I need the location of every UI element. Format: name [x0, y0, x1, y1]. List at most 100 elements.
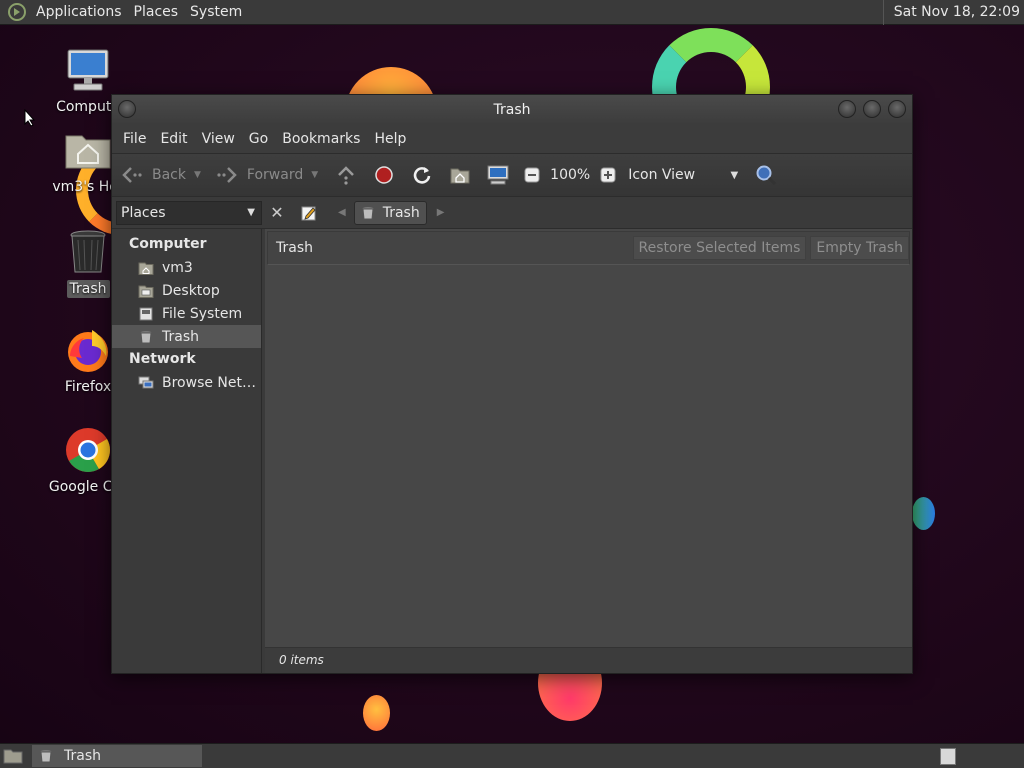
empty-trash-button[interactable]: Empty Trash — [810, 236, 909, 260]
forward-label: Forward — [246, 167, 304, 183]
back-button[interactable]: Back ▼ — [120, 160, 201, 190]
taskbar-button-label: Trash — [64, 748, 101, 764]
path-scroll-right-icon[interactable]: ▶ — [437, 207, 445, 218]
zoom-in-button[interactable] — [596, 160, 620, 190]
places-menu[interactable]: Places — [128, 0, 185, 25]
sidebar-type-select[interactable]: Places ▼ — [116, 200, 262, 225]
sidebar-item-label: File System — [162, 305, 243, 322]
file-manager-window: Trash File Edit View Go Bookmarks Help B… — [111, 94, 913, 674]
show-desktop-button[interactable] — [3, 748, 23, 768]
reload-button[interactable] — [410, 160, 434, 190]
restore-selected-items-button[interactable]: Restore Selected Items — [632, 236, 807, 260]
sidebar-item-label: Desktop — [162, 282, 220, 299]
top-panel: Applications Places System Sat Nov 18, 2… — [0, 0, 1024, 25]
close-icon: ✕ — [270, 203, 284, 222]
applications-menu[interactable]: Applications — [30, 0, 128, 25]
clock[interactable]: Sat Nov 18, 22:09 — [882, 0, 1024, 25]
trash-actions: Restore Selected Items Empty Trash — [629, 236, 909, 260]
menu-file[interactable]: File — [116, 131, 153, 147]
stop-button[interactable] — [372, 160, 396, 190]
sidebar-heading-network: Network — [129, 351, 196, 367]
reload-icon — [410, 163, 434, 187]
view-mode-select[interactable]: Icon View ▼ — [628, 160, 738, 190]
network-icon — [138, 376, 154, 388]
back-label: Back — [152, 167, 186, 183]
path-bar: ◀ Trash ▶ — [298, 200, 445, 225]
desktop-folder-icon — [138, 285, 154, 298]
search-icon — [754, 163, 778, 187]
sidebar-item-browse-network[interactable]: Browse Net… — [112, 371, 261, 394]
wallpaper-blob — [912, 497, 935, 530]
sidebar-heading-computer: Computer — [129, 236, 207, 252]
forward-history-dropdown-icon[interactable]: ▼ — [311, 170, 318, 180]
path-crumb-trash[interactable]: Trash — [353, 200, 427, 225]
firefox-icon — [64, 326, 112, 374]
wallpaper-blob — [363, 695, 390, 731]
forward-button[interactable]: Forward ▼ — [215, 160, 318, 190]
view-mode-label: Icon View — [628, 167, 696, 183]
stop-icon — [372, 163, 396, 187]
places-sidebar: Computer vm3 Desktop File System Trash N… — [112, 229, 262, 673]
content-area: Computer vm3 Desktop File System Trash N… — [112, 229, 912, 673]
trash-icon — [140, 330, 152, 343]
chrome-icon — [64, 426, 112, 474]
mouse-cursor-icon — [24, 109, 36, 127]
location-bar: Places ▼ ✕ ◀ Trash ▶ — [112, 197, 912, 229]
desktop-icon-label: Trash — [66, 280, 110, 298]
sidebar-item-label: Trash — [162, 328, 199, 345]
toolbar: Back ▼ Forward ▼ 100% Icon View ▼ — [112, 153, 912, 197]
window-title: Trash — [493, 102, 531, 118]
forward-arrow-icon — [215, 163, 239, 187]
zoom-out-button[interactable] — [520, 160, 544, 190]
maximize-button[interactable] — [863, 100, 881, 118]
path-scroll-left-icon[interactable]: ◀ — [338, 207, 346, 218]
up-button[interactable] — [334, 160, 358, 190]
search-button[interactable] — [754, 160, 778, 190]
edit-icon — [301, 206, 316, 220]
close-button[interactable] — [888, 100, 906, 118]
sidebar-item-label: Browse Net… — [162, 374, 257, 391]
bottom-panel: Trash — [0, 743, 1024, 768]
sidebar-item-label: vm3 — [162, 259, 193, 276]
close-sidebar-button[interactable]: ✕ — [266, 202, 288, 224]
zoom-level[interactable]: 100% — [550, 167, 590, 183]
desktop-icon-label: Firefox — [64, 379, 112, 395]
home-button[interactable] — [448, 160, 472, 190]
minimize-button[interactable] — [838, 100, 856, 118]
show-desktop-icon — [3, 749, 23, 764]
file-view[interactable]: Trash Restore Selected Items Empty Trash… — [262, 229, 912, 673]
trash-info-bar: Trash Restore Selected Items Empty Trash — [267, 231, 910, 265]
toggle-location-entry-button[interactable] — [298, 202, 320, 224]
menu-bookmarks[interactable]: Bookmarks — [275, 131, 367, 147]
trash-icon — [64, 228, 112, 276]
sidebar-item-vm3[interactable]: vm3 — [112, 256, 261, 279]
system-menu[interactable]: System — [184, 0, 248, 25]
menu-view[interactable]: View — [195, 131, 242, 147]
up-arrow-icon — [334, 163, 358, 187]
home-icon — [138, 262, 154, 275]
path-crumb-label: Trash — [382, 204, 420, 221]
window-titlebar[interactable]: Trash — [112, 95, 912, 125]
distro-logo-icon[interactable] — [8, 3, 26, 21]
trash-icon — [362, 206, 374, 219]
sidebar-type-label: Places — [121, 204, 166, 221]
panel-menus: Applications Places System — [30, 0, 248, 25]
window-menu-button[interactable] — [118, 100, 136, 118]
chevron-down-icon: ▼ — [730, 169, 739, 181]
status-bar: 0 items — [265, 647, 912, 673]
computer-icon — [486, 163, 510, 187]
trash-icon — [40, 750, 52, 763]
sidebar-item-file-system[interactable]: File System — [112, 302, 261, 325]
menu-help[interactable]: Help — [367, 131, 413, 147]
menu-go[interactable]: Go — [242, 131, 275, 147]
menubar: File Edit View Go Bookmarks Help — [112, 125, 912, 153]
menu-edit[interactable]: Edit — [153, 131, 194, 147]
taskbar-button-trash[interactable]: Trash — [32, 745, 202, 767]
workspace-switcher[interactable] — [940, 748, 956, 765]
sidebar-item-trash[interactable]: Trash — [112, 325, 261, 348]
chevron-down-icon: ▼ — [247, 207, 255, 218]
drive-icon — [139, 307, 153, 320]
sidebar-item-desktop[interactable]: Desktop — [112, 279, 261, 302]
computer-button[interactable] — [486, 160, 510, 190]
back-history-dropdown-icon[interactable]: ▼ — [194, 170, 201, 180]
